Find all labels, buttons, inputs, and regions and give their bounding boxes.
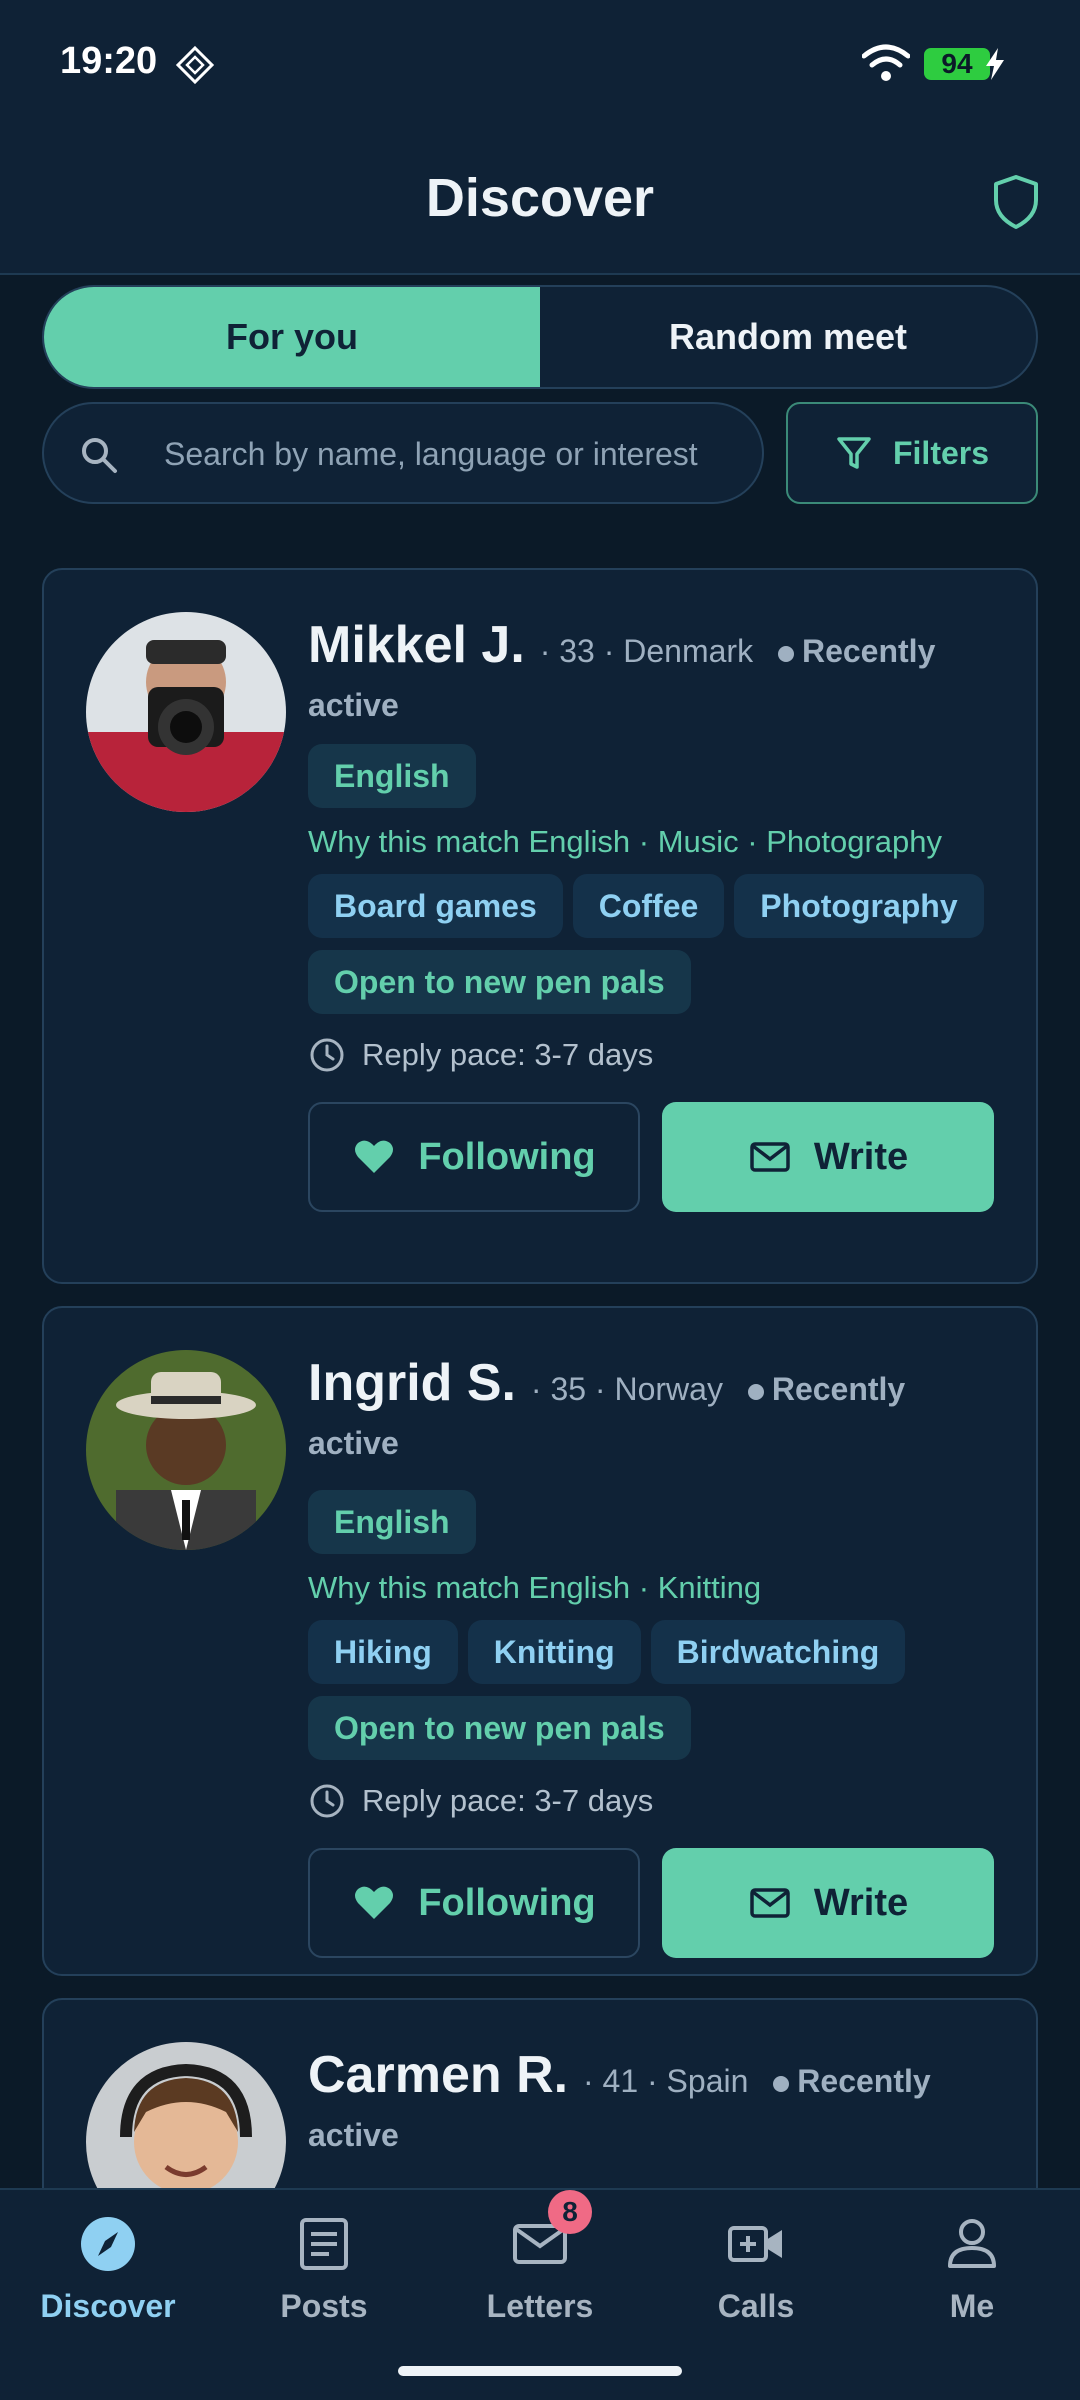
search-placeholder: Search by name, language or interest: [164, 436, 698, 472]
heart-icon: [355, 1886, 394, 1919]
profile-header: Ingrid S. · 35 · Norway Recently active: [308, 1356, 994, 1470]
profile-header: Carmen R. · 41 · Spain Recently active: [308, 2048, 994, 2162]
status-bar: 19:20 94: [0, 0, 1080, 125]
compass-icon: [81, 2217, 135, 2271]
following-button[interactable]: Following: [308, 1102, 640, 1212]
reply-pace: Reply pace: 3-7 days: [308, 1036, 994, 1074]
home-indicator[interactable]: [398, 2366, 682, 2376]
interest-chip: Photography: [734, 874, 984, 938]
interest-chip: Board games: [308, 874, 563, 938]
tab-switcher: For you Random meet: [42, 285, 1038, 389]
status-dot: [773, 2075, 790, 2092]
video-icon: [728, 2226, 782, 2262]
filters-label: Filters: [892, 434, 990, 471]
unread-badge: 8: [548, 2190, 592, 2234]
search-input[interactable]: Search by name, language or interest: [42, 402, 764, 504]
reply-pace: Reply pace: 3-7 days: [308, 1782, 994, 1820]
language-chip: English: [308, 1490, 476, 1554]
language-chip: English: [308, 744, 476, 808]
write-button[interactable]: Write: [662, 1102, 994, 1212]
mail-icon: [750, 1888, 790, 1918]
interest-chip: Birdwatching: [650, 1620, 906, 1684]
match-reason: Why this match English · Knitting: [308, 1570, 762, 1605]
profile-meta: · 33 · Denmark: [539, 633, 754, 669]
profile-name: Ingrid S.: [308, 1354, 516, 1412]
posts-icon: [300, 2218, 348, 2270]
nav-calls[interactable]: Calls: [648, 2214, 864, 2325]
mail-icon: [750, 1142, 790, 1172]
reply-pace-text: Reply pace: 3-7 days: [362, 1783, 654, 1818]
reply-pace-text: Reply pace: 3-7 days: [362, 1037, 654, 1072]
match-reason: Why this match English · Music · Photogr…: [308, 824, 943, 859]
interest-chip: Hiking: [308, 1620, 458, 1684]
wifi-icon: [862, 44, 910, 81]
nav-label: Posts: [280, 2288, 368, 2324]
app-header: Discover: [0, 125, 1080, 275]
open-pen-pals-chip: Open to new pen pals: [308, 1696, 691, 1760]
interest-chip: Coffee: [572, 874, 725, 938]
battery-level: 94: [924, 48, 990, 80]
nav-label: Calls: [717, 2288, 795, 2324]
nav-letters[interactable]: 8 Letters: [432, 2190, 648, 2325]
profile-header: Mikkel J. · 33 · Denmark Recently active: [308, 618, 994, 732]
filter-icon: [837, 437, 871, 469]
profile-meta: · 41 · Spain: [582, 2063, 749, 2099]
nav-label: Letters: [486, 2288, 594, 2324]
page-title: Discover: [425, 168, 655, 228]
filters-button[interactable]: Filters: [786, 402, 1038, 504]
profile-card[interactable]: Ingrid S. · 35 · Norway Recently active …: [42, 1306, 1038, 1976]
search-icon: [82, 438, 117, 473]
profile-name: Carmen R.: [308, 2046, 569, 2104]
profile-card[interactable]: Mikkel J. · 33 · Denmark Recently active…: [42, 568, 1038, 1284]
diamond-icon: [175, 45, 215, 85]
write-button[interactable]: Write: [662, 1848, 994, 1958]
clock-icon: [310, 1784, 344, 1818]
nav-label: Discover: [40, 2288, 176, 2324]
status-time: 19:20: [60, 40, 158, 82]
clock-icon: [310, 1038, 344, 1072]
nav-discover[interactable]: Discover: [0, 2214, 216, 2325]
tab-random-meet[interactable]: Random meet: [540, 287, 1036, 387]
interest-chip: Knitting: [467, 1620, 641, 1684]
person-icon: [948, 2219, 996, 2268]
nav-me[interactable]: Me: [864, 2214, 1080, 2325]
following-label: Following: [418, 1881, 596, 1924]
following-label: Following: [418, 1135, 596, 1178]
nav-posts[interactable]: Posts: [216, 2214, 432, 2325]
following-button[interactable]: Following: [308, 1848, 640, 1958]
status-dot: [747, 1383, 764, 1400]
write-label: Write: [813, 1135, 909, 1178]
shield-icon[interactable]: [990, 173, 1042, 231]
avatar[interactable]: [86, 1350, 286, 1550]
write-label: Write: [813, 1881, 909, 1924]
nav-label: Me: [949, 2288, 995, 2324]
avatar[interactable]: [86, 612, 286, 812]
status-dot: [777, 645, 794, 662]
profile-meta: · 35 · Norway: [530, 1371, 723, 1407]
heart-icon: [355, 1140, 394, 1173]
tab-for-you[interactable]: For you: [44, 287, 540, 387]
charging-icon: [986, 48, 1004, 80]
profile-name: Mikkel J.: [308, 616, 525, 674]
open-pen-pals-chip: Open to new pen pals: [308, 950, 691, 1014]
